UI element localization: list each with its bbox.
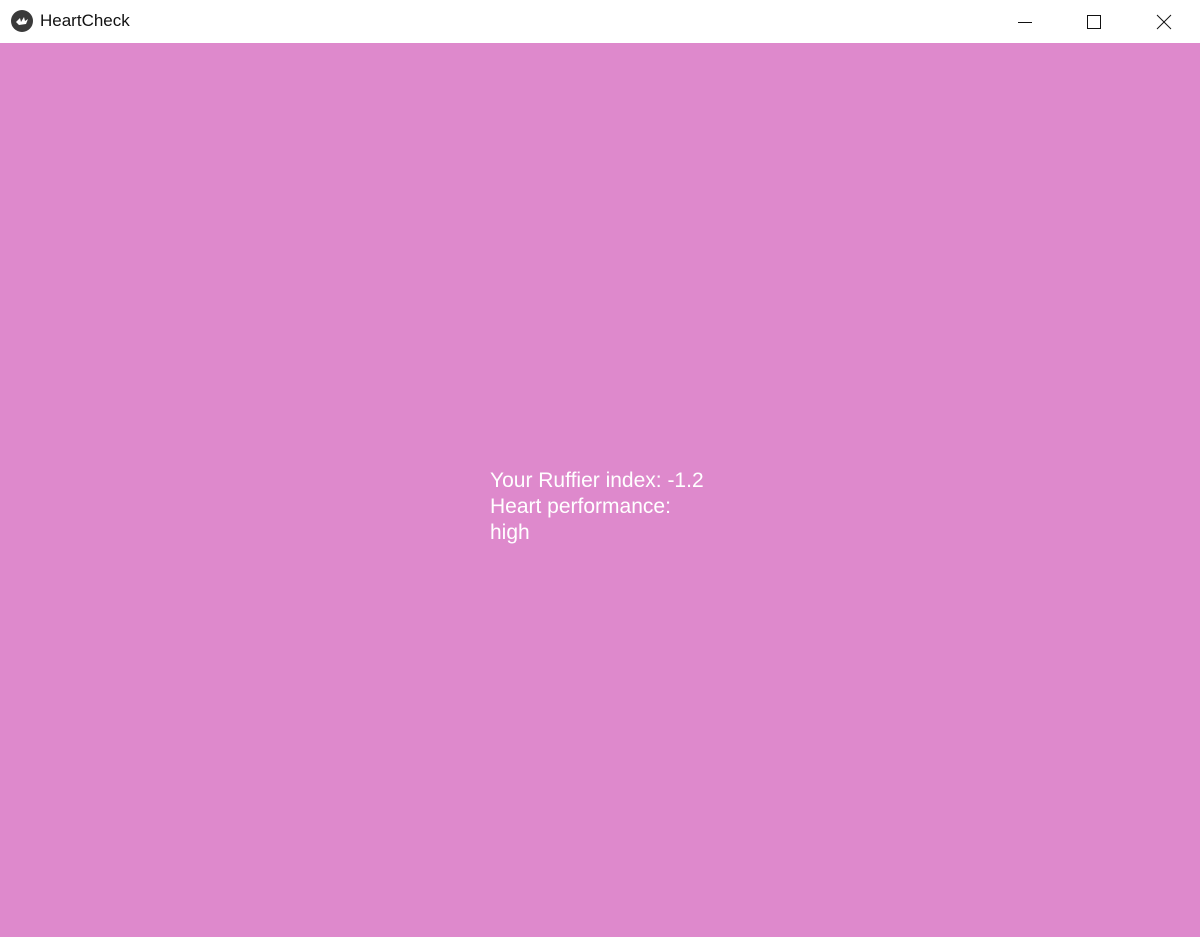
- app-window: HeartCheck Your Ruffier index: -1.2 Hear…: [0, 0, 1200, 937]
- window-title: HeartCheck: [40, 11, 130, 30]
- kivy-logo-icon: [11, 10, 33, 32]
- maximize-button[interactable]: [1059, 0, 1129, 43]
- main-content: Your Ruffier index: -1.2 Heart performan…: [0, 43, 1200, 937]
- close-icon: [1156, 14, 1172, 29]
- result-label: Your Ruffier index: -1.2 Heart performan…: [490, 468, 704, 546]
- ruffier-index-text: Your Ruffier index: -1.2: [490, 469, 704, 492]
- maximize-icon: [1087, 14, 1101, 29]
- heart-performance-value: high: [490, 521, 530, 544]
- minimize-button[interactable]: [990, 0, 1060, 43]
- title-bar[interactable]: HeartCheck: [0, 0, 1200, 43]
- heart-performance-label: Heart performance:: [490, 495, 671, 518]
- close-button[interactable]: [1129, 0, 1199, 43]
- minimize-icon: [1018, 21, 1032, 23]
